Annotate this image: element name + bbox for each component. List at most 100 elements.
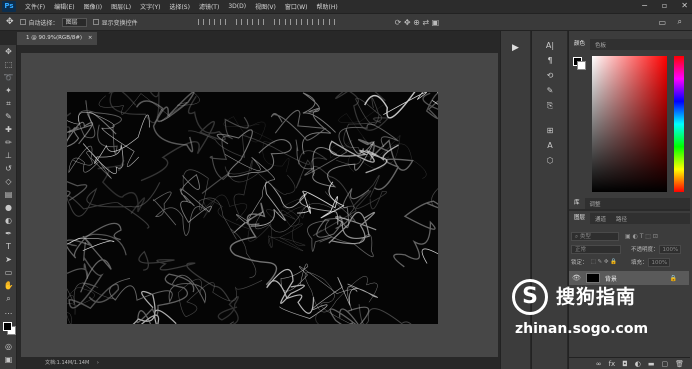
group-icon[interactable]: ▬ (648, 360, 655, 368)
tab-channels[interactable]: 通道 (590, 215, 611, 223)
magic-wand-tool-icon[interactable]: ✦ (0, 84, 17, 97)
menu-help[interactable]: 帮助(H) (317, 2, 338, 11)
align-left-icon[interactable] (235, 19, 242, 25)
eyedropper-tool-icon[interactable]: ✎ (0, 110, 17, 123)
align-center-icon[interactable] (246, 19, 253, 25)
history-panel-icon[interactable]: ⟲ (532, 71, 568, 86)
close-icon[interactable]: ✕ (681, 1, 688, 10)
layer-style-icon[interactable]: fx (609, 360, 616, 368)
menu-layer[interactable]: 图层(L) (111, 2, 131, 11)
foreground-color-swatch[interactable] (3, 322, 12, 331)
zoom-tool-icon[interactable]: ⌕ (0, 292, 17, 305)
history-brush-tool-icon[interactable]: ↺ (0, 162, 17, 175)
move-tool-icon[interactable]: ✥ (0, 45, 17, 58)
menu-window[interactable]: 窗口(W) (285, 2, 308, 11)
adjustment-layer-icon[interactable]: ◐ (635, 360, 641, 368)
tab-swatches[interactable]: 色板 (590, 41, 611, 49)
distribute-bottom-icon[interactable] (295, 19, 302, 25)
brush-tool-icon[interactable]: ✏ (0, 136, 17, 149)
stamp-tool-icon[interactable]: ⊥ (0, 149, 17, 162)
show-transform-label: 显示变换控件 (101, 19, 138, 27)
auto-select-dropdown[interactable]: 图层 (61, 17, 87, 27)
3d-panel-icon[interactable]: ⬡ (532, 156, 568, 171)
status-arrow-icon[interactable]: › (97, 360, 99, 366)
tab-color[interactable]: 颜色 (569, 39, 591, 50)
tab-layers[interactable]: 图层 (569, 213, 591, 224)
layer-kind-filter[interactable]: ⌕ 类型 (571, 231, 619, 241)
new-layer-icon[interactable]: ▢ (661, 360, 668, 368)
menu-3d[interactable]: 3D(D) (228, 3, 246, 10)
show-transform-checkbox[interactable] (92, 19, 99, 25)
clone-source-icon[interactable]: ⎘ (532, 101, 568, 116)
distribute-right-icon[interactable] (328, 19, 335, 25)
align-top-icon[interactable] (197, 19, 204, 25)
pen-tool-icon[interactable]: ✒ (0, 227, 17, 240)
menu-type[interactable]: 文字(Y) (140, 2, 160, 11)
distribute-left-icon[interactable] (306, 19, 313, 25)
tab-libraries[interactable]: 库 (569, 198, 585, 209)
eraser-tool-icon[interactable]: ◇ (0, 175, 17, 188)
filter-icons[interactable]: ▣ ◐ T ⬚ ⊡ (625, 233, 658, 240)
screen-mode-icon[interactable]: ▣ (0, 353, 17, 366)
layer-lock-icon: 🔒 (669, 274, 677, 282)
maximize-icon[interactable]: ▫ (662, 1, 667, 10)
gradient-tool-icon[interactable]: ▤ (0, 188, 17, 201)
auto-select-checkbox[interactable] (19, 19, 26, 25)
quick-mask-icon[interactable]: ◎ (0, 340, 17, 353)
menu-edit[interactable]: 编辑(E) (54, 2, 74, 11)
hue-slider[interactable] (674, 56, 684, 192)
color-swatches[interactable] (0, 318, 16, 340)
align-bottom-icon[interactable] (219, 19, 226, 25)
more-tools-icon[interactable]: … (0, 305, 17, 318)
document-image[interactable] (67, 92, 438, 324)
minimize-icon[interactable]: − (641, 1, 648, 10)
search-icon[interactable]: ⌕ (678, 17, 682, 27)
shape-tool-icon[interactable]: ▭ (0, 266, 17, 279)
align-middle-icon[interactable] (208, 19, 215, 25)
healing-brush-tool-icon[interactable]: ✚ (0, 123, 17, 136)
menu-view[interactable]: 视图(V) (255, 2, 276, 11)
actions-collapsed-panel: ▶ (500, 31, 530, 369)
workspace-icon[interactable]: ▭ (658, 18, 666, 27)
dodge-tool-icon[interactable]: ◐ (0, 214, 17, 227)
marquee-tool-icon[interactable]: ⬚ (0, 58, 17, 71)
paragraph-panel-icon[interactable]: ¶ (532, 56, 568, 71)
type-tool-icon[interactable]: T (0, 240, 17, 253)
tab-adjustments[interactable]: 调整 (585, 200, 606, 208)
blend-mode-dropdown[interactable]: 正常 (571, 244, 621, 254)
menu-select[interactable]: 选择(S) (169, 2, 190, 11)
trash-icon[interactable]: 🗑 (675, 360, 684, 368)
distribute-top-icon[interactable] (273, 19, 280, 25)
align-right-icon[interactable] (257, 19, 264, 25)
opacity-input[interactable]: 100% (658, 244, 681, 254)
play-icon[interactable]: ▶ (501, 43, 530, 53)
menu-filter[interactable]: 滤镜(T) (199, 2, 219, 11)
distribute-middle-icon[interactable] (284, 19, 291, 25)
panel-background-swatch[interactable] (577, 61, 586, 70)
tab-paths[interactable]: 路径 (611, 215, 632, 223)
lock-icons[interactable]: ⬚ ✎ ✥ 🔒 (591, 259, 618, 265)
blur-tool-icon[interactable]: ● (0, 201, 17, 214)
distribute-center-icon[interactable] (317, 19, 324, 25)
color-picker-field[interactable] (592, 56, 667, 192)
fill-input[interactable]: 100% (647, 257, 670, 267)
crop-tool-icon[interactable]: ⌗ (0, 97, 17, 110)
hand-tool-icon[interactable]: ✋ (0, 279, 17, 292)
properties-panel-icon[interactable]: ⊞ (532, 126, 568, 141)
brush-panel-icon[interactable]: ✎ (532, 86, 568, 101)
close-tab-icon[interactable]: × (88, 35, 93, 41)
layers-panel-footer: ∞ fx ◘ ◐ ▬ ▢ 🗑 (569, 357, 690, 369)
lasso-tool-icon[interactable]: ➰ (0, 71, 17, 84)
character-panel-icon[interactable]: A| (532, 41, 568, 56)
layer-mask-icon[interactable]: ◘ (622, 360, 628, 368)
menu-image[interactable]: 图像(I) (84, 2, 102, 11)
menu-file[interactable]: 文件(F) (25, 2, 45, 11)
move-tool-icon[interactable]: ✥ (6, 17, 14, 27)
3d-mode-icon[interactable]: ⟳ ✥ ⊕ ⇄ ▣ (395, 18, 440, 27)
watermark-title: 搜狗指南 (556, 286, 637, 308)
document-tab[interactable]: 1 @ 90.9%(RGB/8#) × (17, 32, 97, 45)
adjust-panel-icon[interactable]: A (532, 141, 568, 156)
path-selection-tool-icon[interactable]: ➤ (0, 253, 17, 266)
link-layers-icon[interactable]: ∞ (596, 360, 602, 368)
visibility-eye-icon[interactable]: 👁 (572, 274, 581, 282)
